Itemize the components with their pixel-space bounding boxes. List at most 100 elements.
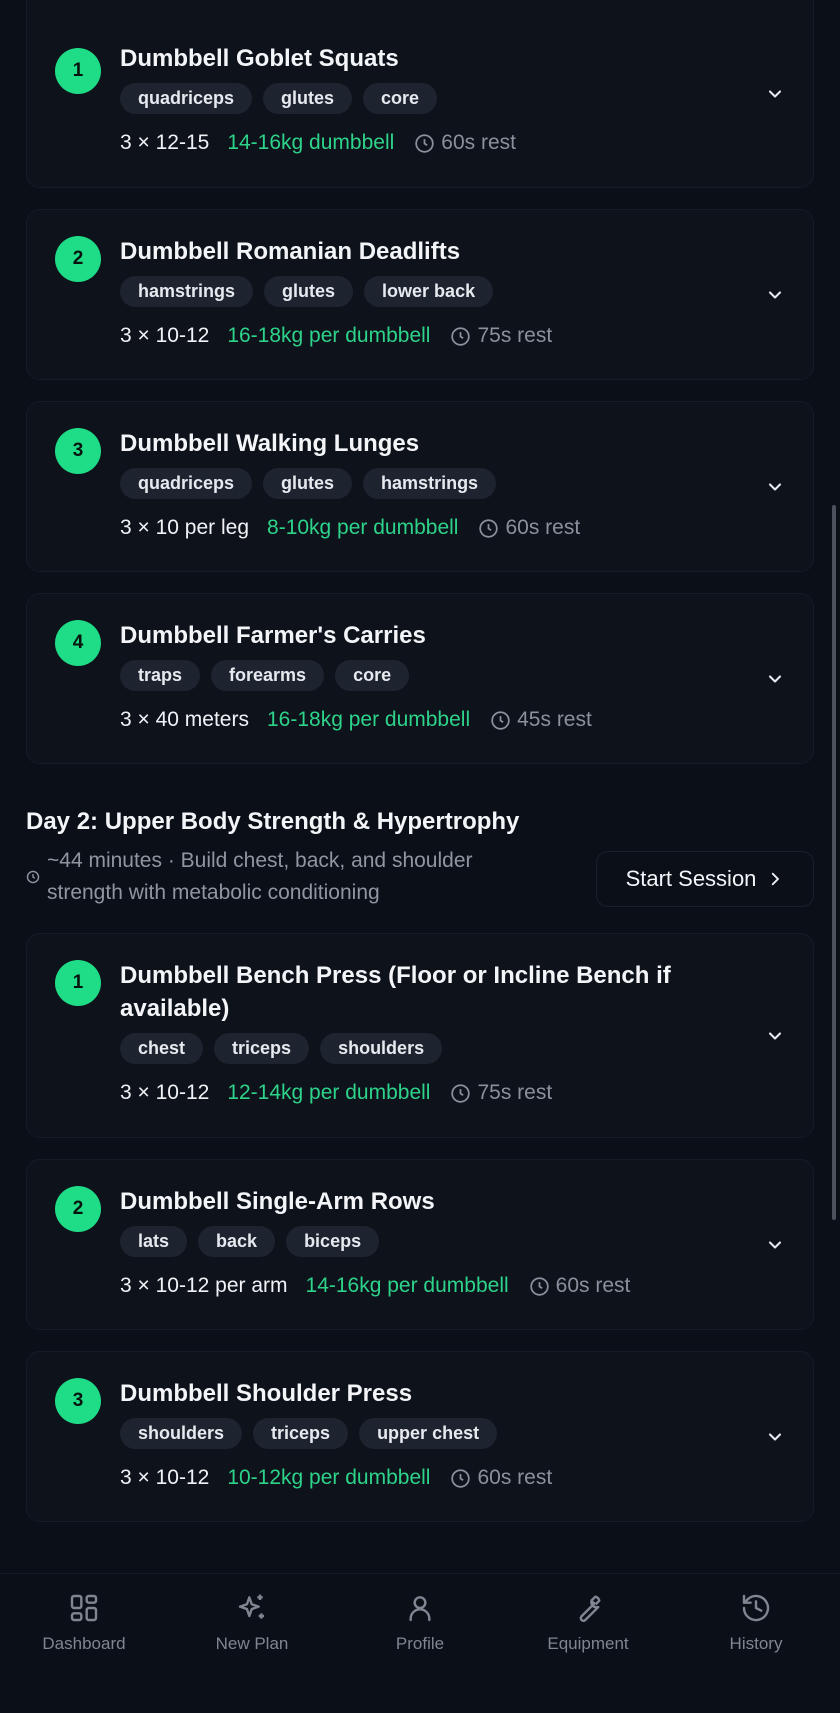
rest-label: 60s rest [441,131,516,154]
muscle-tag: back [198,1226,276,1257]
muscle-tag: shoulders [320,1033,443,1064]
chevron-down-icon[interactable] [765,285,785,305]
clock-icon [529,1276,549,1296]
clock-icon [451,1083,471,1103]
exercise-card[interactable]: 1 Dumbbell Goblet Squats quadriceps glut… [26,0,814,188]
exercise-meta: 3 × 12-15 14-16kg dumbbell 60s rest [120,129,723,157]
nav-label: New Plan [215,1634,289,1653]
muscle-tag: upper chest [359,1418,498,1449]
muscle-tags: traps forearms core [120,660,723,691]
exercise-name: Dumbbell Walking Lunges [120,430,420,457]
weight-recommendation: 10-12kg per dumbbell [227,1466,431,1489]
exercise-number-badge: 2 [55,236,101,282]
nav-item-profile[interactable]: Profile [336,1592,504,1654]
muscle-tags: chest triceps shoulders [120,1033,723,1064]
exercise-meta: 3 × 10 per leg 8-10kg per dumbbell 60s r… [120,514,723,542]
muscle-tag: hamstrings [363,468,497,499]
exercise-card[interactable]: 3 Dumbbell Walking Lunges quadriceps glu… [26,401,814,572]
rest-label: 60s rest [505,516,581,539]
rest-label: 75s rest [477,324,553,347]
chevron-right-icon [772,872,780,886]
chevron-down-icon[interactable] [765,84,785,104]
exercise-card[interactable]: 2 Dumbbell Romanian Deadlifts hamstrings… [26,209,814,380]
clock-icon [451,326,471,346]
wrench-icon [579,1595,601,1622]
nav-label: Profile [395,1634,445,1653]
chevron-down-icon[interactable] [765,1235,785,1255]
nav-item-equipment[interactable]: Equipment [504,1592,672,1654]
clock-icon [26,870,40,884]
rest-time: 75s rest [450,322,552,350]
rest-time: 60s rest [414,129,516,157]
exercise-card[interactable]: 2 Dumbbell Single-Arm Rows lats back bic… [26,1159,814,1330]
exercise-number-badge: 1 [55,48,101,94]
muscle-tag: core [363,83,438,114]
weight-recommendation: 14-16kg dumbbell [227,131,395,154]
scrollbar[interactable] [832,505,836,1220]
muscle-tag: quadriceps [120,83,253,114]
chevron-down-icon[interactable] [765,669,785,689]
rest-time: 60s rest [450,1464,552,1492]
muscle-tag: traps [120,660,201,691]
exercise-number-badge: 4 [55,620,101,666]
chevron-down-icon[interactable] [765,1026,785,1046]
exercise-name: Dumbbell Shoulder Press [120,1380,413,1407]
clock-icon [415,133,434,153]
exercise-number-badge: 1 [55,960,101,1006]
muscle-tag: biceps [286,1226,380,1257]
sets-reps: 3 × 10-12 [120,1081,210,1104]
muscle-tag: glutes [263,468,353,499]
muscle-tags: hamstrings glutes lower back [120,276,723,307]
weight-recommendation: 14-16kg per dumbbell [305,1274,509,1297]
exercise-card[interactable]: 1 Dumbbell Bench Press (Floor or Incline… [26,933,814,1138]
sets-reps: 3 × 10-12 per arm [120,1274,288,1297]
muscle-tags: lats back biceps [120,1226,723,1257]
chevron-down-icon[interactable] [765,1427,785,1447]
exercise-number-badge: 3 [55,428,101,474]
day-header: Day 2: Upper Body Strength & Hypertrophy… [26,785,814,933]
muscle-tags: quadriceps glutes core [120,83,723,114]
start-session-button[interactable]: Start Session [596,851,814,907]
nav-item-dashboard[interactable]: Dashboard [0,1592,168,1654]
workout-plan-screen: 1 Dumbbell Goblet Squats quadriceps glut… [0,0,840,1713]
weight-recommendation: 8-10kg per dumbbell [267,516,459,539]
rest-label: 45s rest [517,708,592,731]
exercise-meta: 3 × 40 meters 16-18kg per dumbbell 45s r… [120,706,723,734]
muscle-tag: glutes [264,276,354,307]
nav-label: Dashboard [42,1634,126,1653]
rest-label: 60s rest [477,1466,553,1489]
sets-reps: 3 × 10-12 [120,1466,210,1489]
history-icon [742,1594,770,1622]
chevron-down-icon[interactable] [765,477,785,497]
clock-icon [491,710,510,730]
nav-item-history[interactable]: History [672,1592,840,1654]
sets-reps: 3 × 12-15 [120,131,210,154]
muscle-tag: core [335,660,410,691]
exercise-name: Dumbbell Bench Press (Floor or Incline B… [120,962,671,1022]
exercise-name: Dumbbell Goblet Squats [120,45,399,72]
exercise-meta: 3 × 10-12 per arm 14-16kg per dumbbell 6… [120,1272,723,1300]
rest-time: 75s rest [450,1079,552,1107]
exercise-card[interactable]: 3 Dumbbell Shoulder Press shoulders tric… [26,1351,814,1522]
user-icon [409,1596,431,1622]
muscle-tags: quadriceps glutes hamstrings [120,468,723,499]
muscle-tag: triceps [214,1033,310,1064]
muscle-tag: hamstrings [120,276,254,307]
muscle-tag: glutes [263,83,353,114]
exercise-name: Dumbbell Farmer's Carries [120,622,426,649]
nav-label: History [729,1634,783,1653]
sparkles-icon [238,1594,264,1619]
plan-content: 1 Dumbbell Goblet Squats quadriceps glut… [26,0,814,1543]
rest-time: 45s rest [490,706,592,734]
dashboard-icon [70,1594,98,1622]
rest-label: 75s rest [477,1081,553,1104]
sets-reps: 3 × 40 meters [120,708,249,731]
muscle-tags: shoulders triceps upper chest [120,1418,723,1449]
muscle-tag: quadriceps [120,468,253,499]
sets-reps: 3 × 10-12 [120,324,210,347]
day-title: Day 2: Upper Body Strength & Hypertrophy [26,808,520,835]
day-description: ~44 minutes · Build chest, back, and sho… [26,845,546,909]
nav-item-new-plan[interactable]: New Plan [168,1592,336,1654]
exercise-card[interactable]: 4 Dumbbell Farmer's Carries traps forear… [26,593,814,764]
exercise-name: Dumbbell Romanian Deadlifts [120,238,461,265]
